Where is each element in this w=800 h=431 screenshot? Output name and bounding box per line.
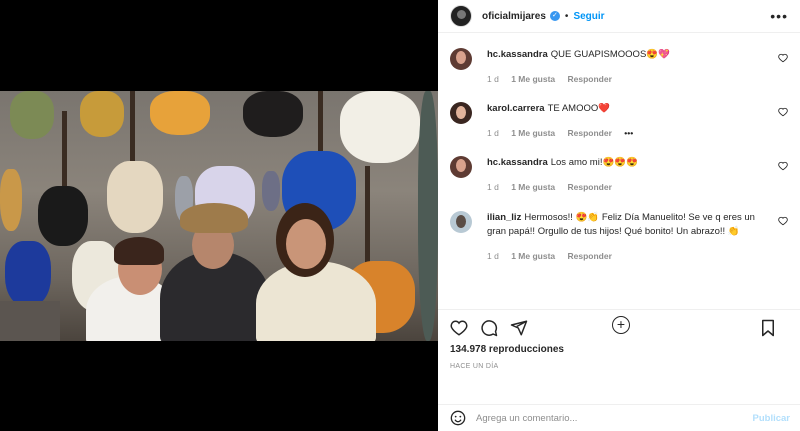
guitar: [243, 91, 303, 137]
guitar-neck: [318, 91, 323, 151]
author-username[interactable]: oficialmijares: [482, 11, 546, 22]
hat: [180, 203, 248, 233]
comment-meta: 1 d 1 Me gusta Responder: [487, 249, 757, 263]
avatar-face: [456, 159, 466, 172]
comment-text: TE AMOOO❤️: [547, 103, 611, 114]
guitar: [38, 186, 88, 246]
comment-text: Los amo mi!😍😍😍: [550, 157, 638, 168]
person-boy-face: [286, 219, 326, 269]
comment-time[interactable]: 1 d: [487, 128, 499, 138]
guitar: [5, 241, 51, 307]
comments-list: hc.kassandra QUE GUAPISMOOOS😍💖 1 d 1 Me g…: [438, 33, 800, 334]
guitar: [10, 91, 54, 139]
comment-input[interactable]: [476, 412, 726, 424]
comment-username[interactable]: ilian_liz: [487, 212, 521, 223]
reply-button[interactable]: Responder: [568, 128, 612, 138]
like-heart-icon[interactable]: [778, 161, 788, 171]
avatar-face: [456, 51, 466, 64]
like-heart-icon[interactable]: [778, 216, 788, 226]
comment-username[interactable]: karol.carrera: [487, 103, 545, 114]
post-panel: oficialmijares ✓ • Seguir ••• hc.kassand…: [438, 0, 800, 431]
author-avatar[interactable]: [450, 5, 472, 27]
action-bar: [438, 310, 800, 346]
like-heart-icon[interactable]: [778, 107, 788, 117]
comment-text: Hermosos!! 😍👏 Feliz Día Manuelito! Se ve…: [487, 212, 755, 237]
comment-meta: 1 d 1 Me gusta Responder •••: [487, 126, 757, 140]
more-options-icon[interactable]: •••: [770, 8, 788, 24]
reply-button[interactable]: Responder: [568, 251, 612, 261]
comment-time[interactable]: 1 d: [487, 74, 499, 84]
comment-item: hc.kassandra Los amo mi!😍😍😍 1 d 1 Me gust…: [450, 156, 788, 194]
comment-meta: 1 d 1 Me gusta Responder: [487, 72, 757, 86]
comment-username[interactable]: hc.kassandra: [487, 157, 548, 168]
reply-button[interactable]: Responder: [568, 74, 612, 84]
verified-badge-icon: ✓: [549, 11, 560, 21]
guitar-neck: [365, 166, 370, 276]
avatar-face: [456, 215, 466, 228]
commenter-avatar[interactable]: [450, 102, 472, 124]
guitar: [340, 91, 420, 163]
comment-likes[interactable]: 1 Me gusta: [511, 74, 555, 84]
comment-item: karol.carrera TE AMOOO❤️ 1 d 1 Me gusta R…: [450, 102, 788, 140]
comment-likes[interactable]: 1 Me gusta: [511, 182, 555, 192]
comment-time[interactable]: 1 d: [487, 251, 499, 261]
comment-options-icon[interactable]: •••: [624, 128, 633, 138]
guitar: [0, 169, 22, 231]
like-icon[interactable]: [450, 319, 468, 337]
separator-dot: •: [564, 10, 569, 22]
comment-item: ilian_liz Hermosos!! 😍👏 Feliz Día Manueli…: [450, 211, 788, 263]
commenter-avatar[interactable]: [450, 211, 472, 233]
post-time[interactable]: HACE UN DÍA: [438, 363, 800, 370]
media-pane: [0, 0, 438, 431]
bookmark-icon[interactable]: [760, 319, 776, 337]
comment-icon[interactable]: [480, 319, 498, 337]
comment-likes[interactable]: 1 Me gusta: [511, 128, 555, 138]
comment-username[interactable]: hc.kassandra: [487, 49, 548, 60]
share-icon[interactable]: [510, 319, 528, 337]
guitar: [262, 171, 280, 211]
follow-button[interactable]: Seguir: [573, 11, 604, 22]
comment-meta: 1 d 1 Me gusta Responder: [487, 180, 757, 194]
avatar-face: [456, 106, 466, 119]
commenter-avatar[interactable]: [450, 156, 472, 178]
emoji-icon[interactable]: [450, 410, 466, 426]
guitar: [80, 91, 124, 137]
comment-composer: Publicar: [438, 404, 800, 431]
publish-button[interactable]: Publicar: [753, 413, 791, 424]
post-header: oficialmijares ✓ • Seguir •••: [438, 0, 800, 33]
comment-item: hc.kassandra QUE GUAPISMOOOS😍💖 1 d 1 Me g…: [450, 48, 788, 86]
like-heart-icon[interactable]: [778, 53, 788, 63]
guitar: [150, 91, 210, 135]
comment-time[interactable]: 1 d: [487, 182, 499, 192]
commenter-avatar[interactable]: [450, 48, 472, 70]
reply-button[interactable]: Responder: [568, 182, 612, 192]
person-girl-hair: [114, 237, 164, 265]
comment-text: QUE GUAPISMOOOS😍💖: [550, 49, 670, 60]
poster: [0, 301, 60, 341]
guitar: [107, 161, 163, 233]
comment-likes[interactable]: 1 Me gusta: [511, 251, 555, 261]
video-player[interactable]: [0, 91, 438, 341]
door-frame: [418, 91, 438, 341]
